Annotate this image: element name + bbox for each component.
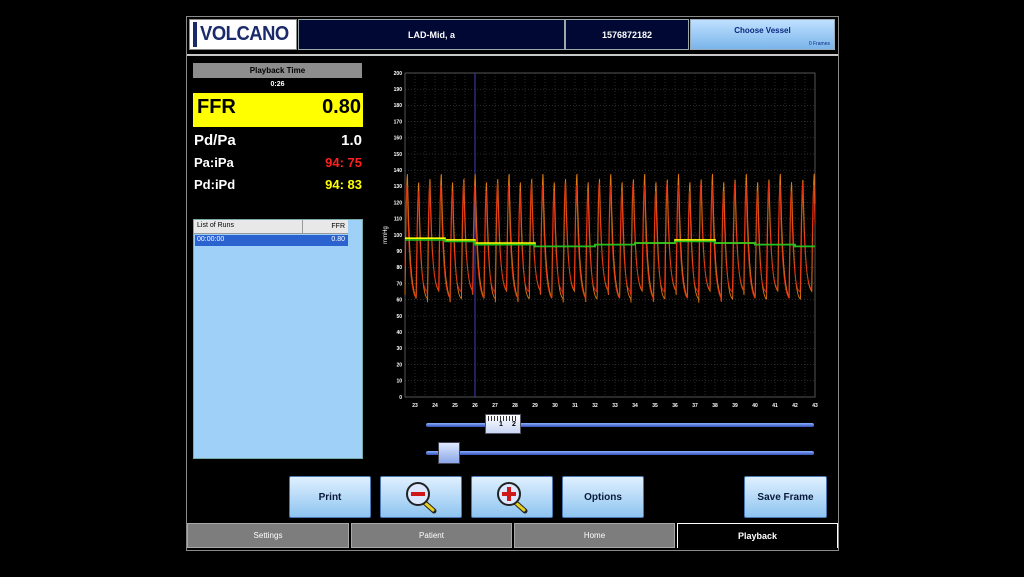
x-tick-label: 32 — [592, 403, 598, 409]
y-tick-label: 20 — [396, 362, 402, 368]
x-tick-label: 36 — [672, 403, 678, 409]
scroll-slider-handle[interactable]: 1 2 — [485, 414, 521, 434]
x-tick-label: 42 — [792, 403, 798, 409]
pdpa-row: Pd/Pa 1.0 — [193, 130, 363, 150]
pdpa-label: Pd/Pa — [194, 132, 236, 149]
x-tick-label: 40 — [752, 403, 758, 409]
y-tick-label: 150 — [394, 152, 403, 158]
x-tick-label: 33 — [612, 403, 618, 409]
choose-vessel-label: Choose Vessel — [734, 26, 791, 35]
y-tick-label: 10 — [396, 379, 402, 385]
pressure-chart[interactable]: 23 24 25 26 27 28 29 30 31 32 33 34 35 36 37 38 39 40 41 42… — [379, 66, 825, 413]
x-tick-label: 25 — [452, 403, 458, 409]
frames-count: 0 Frames — [808, 41, 830, 47]
pdipd-value: 94: 83 — [325, 177, 362, 192]
pdipd-row: Pd:iPd 94: 83 — [193, 175, 363, 195]
volcano-logo-icon — [193, 22, 206, 47]
playback-time-value: 0:26 — [270, 81, 285, 88]
runs-list-header: List of Runs FFR — [194, 220, 348, 234]
y-tick-label: 140 — [394, 168, 403, 174]
y-tick-label: 80 — [396, 265, 402, 271]
playback-time-label: Playback Time — [193, 63, 362, 78]
x-tick-label: 28 — [512, 403, 518, 409]
y-tick-label: 40 — [396, 330, 402, 336]
volcano-logo: VOLCANO — [189, 19, 297, 50]
zoom-out-icon — [406, 482, 437, 514]
x-tick-label: 43 — [812, 403, 818, 409]
tab-patient[interactable]: Patient — [351, 523, 512, 548]
y-tick-label: 120 — [394, 200, 403, 206]
chart-grid — [404, 72, 816, 398]
zoom-out-button[interactable] — [380, 476, 462, 518]
paipa-row: Pa:iPa 94: 75 — [193, 153, 363, 173]
print-button[interactable]: Print — [289, 476, 371, 518]
pdipd-label: Pd:iPd — [194, 177, 236, 192]
zoom-in-button[interactable] — [471, 476, 553, 518]
tab-settings[interactable]: Settings — [187, 523, 349, 548]
y-tick-label: 60 — [396, 298, 402, 304]
ruler-label-1: 1 — [499, 421, 503, 428]
x-tick-label: 23 — [412, 403, 418, 409]
header-divider — [187, 54, 838, 56]
runs-header-label: List of Runs — [197, 222, 234, 229]
paipa-label: Pa:iPa — [194, 155, 234, 170]
y-tick-label: 130 — [394, 184, 403, 190]
y-tick-label: 160 — [394, 136, 403, 142]
ffr-value: 0.80 — [322, 96, 361, 118]
y-tick-label: 50 — [396, 314, 402, 320]
pdpa-value: 1.0 — [341, 132, 362, 149]
y-tick-label: 190 — [394, 87, 403, 93]
x-tick-label: 29 — [532, 403, 538, 409]
zoom-in-icon — [497, 482, 528, 514]
run-time: 00:00:00 — [197, 236, 225, 243]
y-tick-label: 30 — [396, 346, 402, 352]
tab-home[interactable]: Home — [514, 523, 675, 548]
x-tick-label: 26 — [472, 403, 478, 409]
tab-playback[interactable]: Playback — [677, 523, 838, 548]
y-axis-label: mmHg — [383, 226, 389, 244]
runs-list[interactable]: List of Runs FFR 00:00:00 0.80 — [193, 219, 363, 459]
x-tick-label: 27 — [492, 403, 498, 409]
y-tick-label: 170 — [394, 119, 403, 125]
y-tick-label: 200 — [394, 71, 403, 77]
y-tick-label: 100 — [394, 233, 403, 239]
y-tick-label: 110 — [394, 217, 402, 223]
y-tick-label: 70 — [396, 281, 402, 287]
ffr-display: FFR 0.80 — [193, 93, 363, 127]
options-button[interactable]: Options — [562, 476, 644, 518]
zoom-slider-handle[interactable] — [438, 442, 460, 464]
x-tick-label: 38 — [712, 403, 718, 409]
logo-text: VOLCANO — [199, 23, 289, 45]
list-item[interactable]: 00:00:00 0.80 — [195, 235, 348, 246]
ffr-label: FFR — [197, 96, 236, 118]
vessel-name: LAD-Mid, a — [298, 19, 565, 50]
x-tick-label: 35 — [652, 403, 658, 409]
save-frame-button[interactable]: Save Frame — [744, 476, 827, 518]
x-tick-label: 39 — [732, 403, 738, 409]
x-tick-label: 31 — [572, 403, 578, 409]
y-tick-label: 90 — [396, 249, 402, 255]
zoom-track[interactable] — [426, 451, 814, 455]
x-tick-label: 30 — [552, 403, 558, 409]
y-tick-label: 0 — [399, 395, 402, 401]
app-window: VOLCANO LAD-Mid, a 1576872182 Choose Ves… — [186, 16, 839, 551]
y-tick-label: 180 — [394, 103, 403, 109]
patient-id: 1576872182 — [565, 19, 689, 50]
run-ffr: 0.80 — [331, 236, 345, 243]
x-tick-label: 24 — [432, 403, 438, 409]
runs-ffr-header: FFR — [302, 220, 348, 233]
x-tick-label: 37 — [692, 403, 698, 409]
choose-vessel-button[interactable]: Choose Vessel 0 Frames — [690, 19, 835, 50]
paipa-value: 94: 75 — [325, 155, 362, 170]
x-tick-label: 41 — [772, 403, 778, 409]
ruler-label-2: 2 — [512, 421, 516, 428]
x-tick-label: 34 — [632, 403, 638, 409]
